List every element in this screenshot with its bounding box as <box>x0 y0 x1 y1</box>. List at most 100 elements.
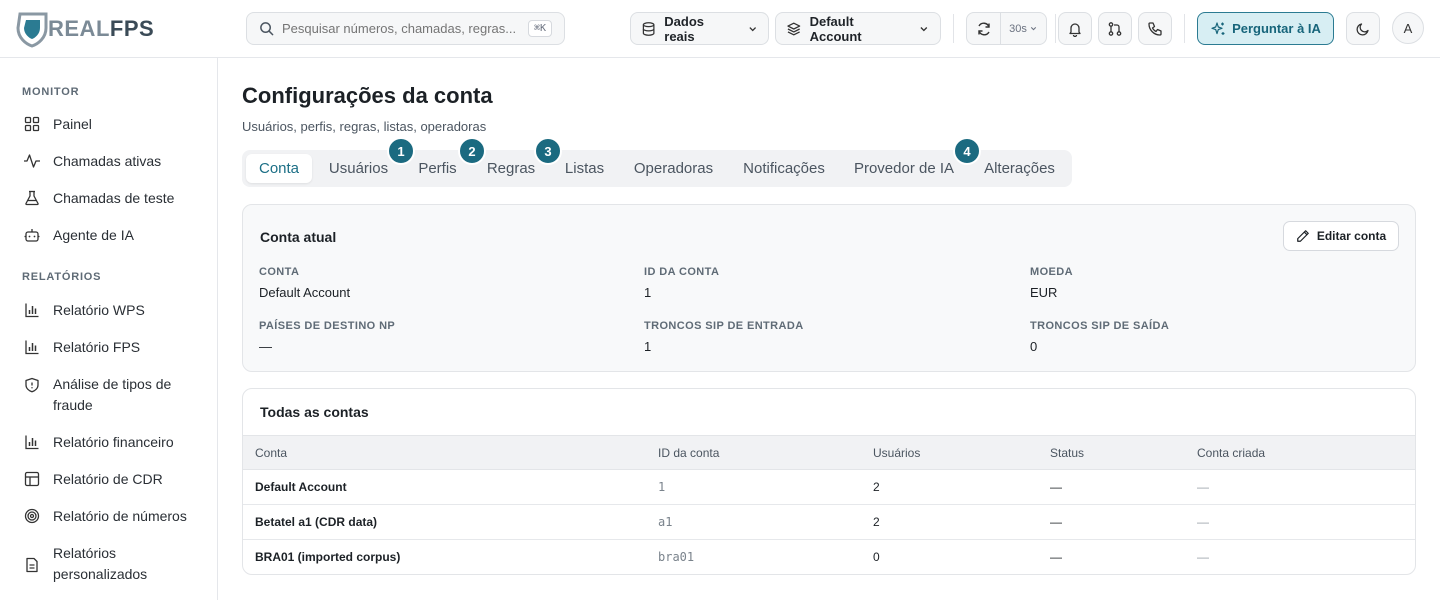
shield-icon <box>22 375 42 395</box>
step-badge: 3 <box>534 137 562 165</box>
sidebar-item-relatorios-personalizados[interactable]: Relatórios personalizados <box>22 543 202 585</box>
search-box[interactable]: ⌘K <box>246 12 565 45</box>
sidebar-item-label: Relatórios personalizados <box>53 545 148 582</box>
table-row[interactable]: Betatel a1 (CDR data) a1 2 — — <box>243 505 1415 540</box>
tab-usuarios[interactable]: Usuários <box>318 154 399 183</box>
table-row[interactable]: Default Account 1 2 — — <box>243 470 1415 505</box>
refresh-button[interactable] <box>967 13 1001 44</box>
tab-provedor-ia[interactable]: Provedor de IA <box>848 154 960 183</box>
account-label: Default Account <box>809 13 862 44</box>
tab-conta[interactable]: Conta <box>246 154 312 183</box>
step-badge: 1 <box>387 137 415 165</box>
account-select[interactable]: Default Account <box>775 12 941 45</box>
field-label: ID DA CONTA <box>644 266 720 278</box>
sidebar-item-relatorio-numeros[interactable]: Relatório de números <box>22 506 202 527</box>
sidebar-item-painel[interactable]: Painel <box>22 114 202 135</box>
column-header[interactable]: Usuários <box>873 446 920 460</box>
tab-alteracoes[interactable]: Alterações <box>976 154 1063 183</box>
data-source-select[interactable]: Dados reais <box>630 12 769 45</box>
ask-ai-button[interactable]: Perguntar à IA <box>1197 12 1334 45</box>
field-value: 0 <box>1030 339 1038 354</box>
table-icon <box>22 469 42 489</box>
target-icon <box>22 506 42 526</box>
sidebar-item-label: Relatório de números <box>53 508 187 524</box>
logo-shield-icon <box>16 12 48 48</box>
sidebar-section-relatorios: RELATÓRIOS <box>22 271 102 283</box>
sidebar: MONITOR Painel Chamadas ativas Chamadas … <box>0 58 218 600</box>
sidebar-item-chamadas-teste[interactable]: Chamadas de teste <box>22 188 202 209</box>
account-name: BRA01 (imported corpus) <box>255 550 401 564</box>
field-label: CONTA <box>259 266 300 278</box>
column-header[interactable]: ID da conta <box>658 446 719 460</box>
sidebar-item-chamadas-ativas[interactable]: Chamadas ativas <box>22 151 202 172</box>
activity-icon <box>22 151 42 171</box>
field-value: — <box>259 339 272 354</box>
refresh-interval-select[interactable]: 30s <box>1001 23 1046 35</box>
sidebar-item-label: Relatório FPS <box>53 339 141 355</box>
bell-icon <box>1069 22 1081 37</box>
column-header[interactable]: Conta <box>255 446 287 460</box>
tab-regras[interactable]: Regras <box>482 154 540 183</box>
account-created: — <box>1197 550 1209 564</box>
account-name: Default Account <box>255 480 347 494</box>
sidebar-item-analise-fraude[interactable]: Análise de tipos de fraude <box>22 374 202 416</box>
field-label: MOEDA <box>1030 266 1073 278</box>
account-status: — <box>1050 550 1062 564</box>
avatar[interactable]: A <box>1392 12 1424 44</box>
field-label: TRONCOS SIP DE SAÍDA <box>1030 320 1170 332</box>
account-created: — <box>1197 515 1209 529</box>
layers-icon <box>787 22 801 35</box>
field-label: PAÍSES DE DESTINO NP <box>259 320 396 332</box>
all-accounts-card: Todas as contas Conta ID da conta Usuári… <box>242 388 1416 575</box>
sidebar-item-relatorio-wps[interactable]: Relatório WPS <box>22 300 202 321</box>
column-header[interactable]: Conta criada <box>1197 446 1265 460</box>
sidebar-item-relatorio-fps[interactable]: Relatório FPS <box>22 337 202 358</box>
git-pull-request-icon <box>1108 21 1122 36</box>
search-icon <box>260 22 274 36</box>
tab-perfis[interactable]: Perfis <box>409 154 466 183</box>
search-input[interactable] <box>282 21 518 36</box>
moon-icon <box>1356 22 1369 36</box>
data-source-label: Dados reais <box>664 13 704 44</box>
tab-notificacoes[interactable]: Notificações <box>736 154 832 183</box>
settings-tabs: Conta Usuários Perfis Regras Listas Oper… <box>242 150 1072 187</box>
notifications-button[interactable] <box>1058 12 1092 45</box>
bar-chart-icon <box>22 300 42 320</box>
phone-button[interactable] <box>1138 12 1172 45</box>
sidebar-item-relatorio-cdr[interactable]: Relatório de CDR <box>22 469 202 490</box>
sidebar-item-agente-ia[interactable]: Agente de IA <box>22 225 202 246</box>
theme-toggle-button[interactable] <box>1346 12 1380 45</box>
sidebar-item-label: Agente de IA <box>53 227 134 243</box>
account-status: — <box>1050 480 1062 494</box>
field-value: EUR <box>1030 285 1058 300</box>
refresh-interval-label: 30s <box>1009 22 1027 35</box>
column-header[interactable]: Status <box>1050 446 1084 460</box>
account-users: 2 <box>873 515 880 529</box>
sidebar-item-label: Relatório financeiro <box>53 434 174 450</box>
shortcut-hint: ⌘K <box>527 20 552 37</box>
edit-account-button[interactable]: Editar conta <box>1283 221 1399 251</box>
field-value: Default Account <box>259 285 351 300</box>
edit-account-label: Editar conta <box>1316 229 1387 243</box>
chevron-down-icon <box>748 26 756 31</box>
git-compare-button[interactable] <box>1098 12 1132 45</box>
phone-icon <box>1148 21 1162 36</box>
step-badge: 2 <box>458 137 486 165</box>
bar-chart-icon <box>22 337 42 357</box>
divider <box>1055 14 1056 43</box>
dashboard-icon <box>22 114 42 134</box>
sidebar-item-relatorio-financeiro[interactable]: Relatório financeiro <box>22 432 202 453</box>
sidebar-item-label: Relatório de CDR <box>53 471 163 487</box>
sidebar-item-label: Chamadas ativas <box>53 153 162 169</box>
logo[interactable]: REALFPS <box>16 10 154 48</box>
account-name: Betatel a1 (CDR data) <box>255 515 378 529</box>
tab-listas[interactable]: Listas <box>558 154 611 183</box>
tab-operadoras[interactable]: Operadoras <box>627 154 720 183</box>
bot-icon <box>22 225 42 245</box>
account-id: a1 <box>658 515 673 529</box>
sidebar-item-label: Chamadas de teste <box>53 190 175 206</box>
divider <box>1184 14 1185 43</box>
account-id: 1 <box>658 480 666 494</box>
table-row[interactable]: BRA01 (imported corpus) bra01 0 — — <box>243 540 1415 574</box>
refresh-control: 30s <box>966 12 1047 45</box>
